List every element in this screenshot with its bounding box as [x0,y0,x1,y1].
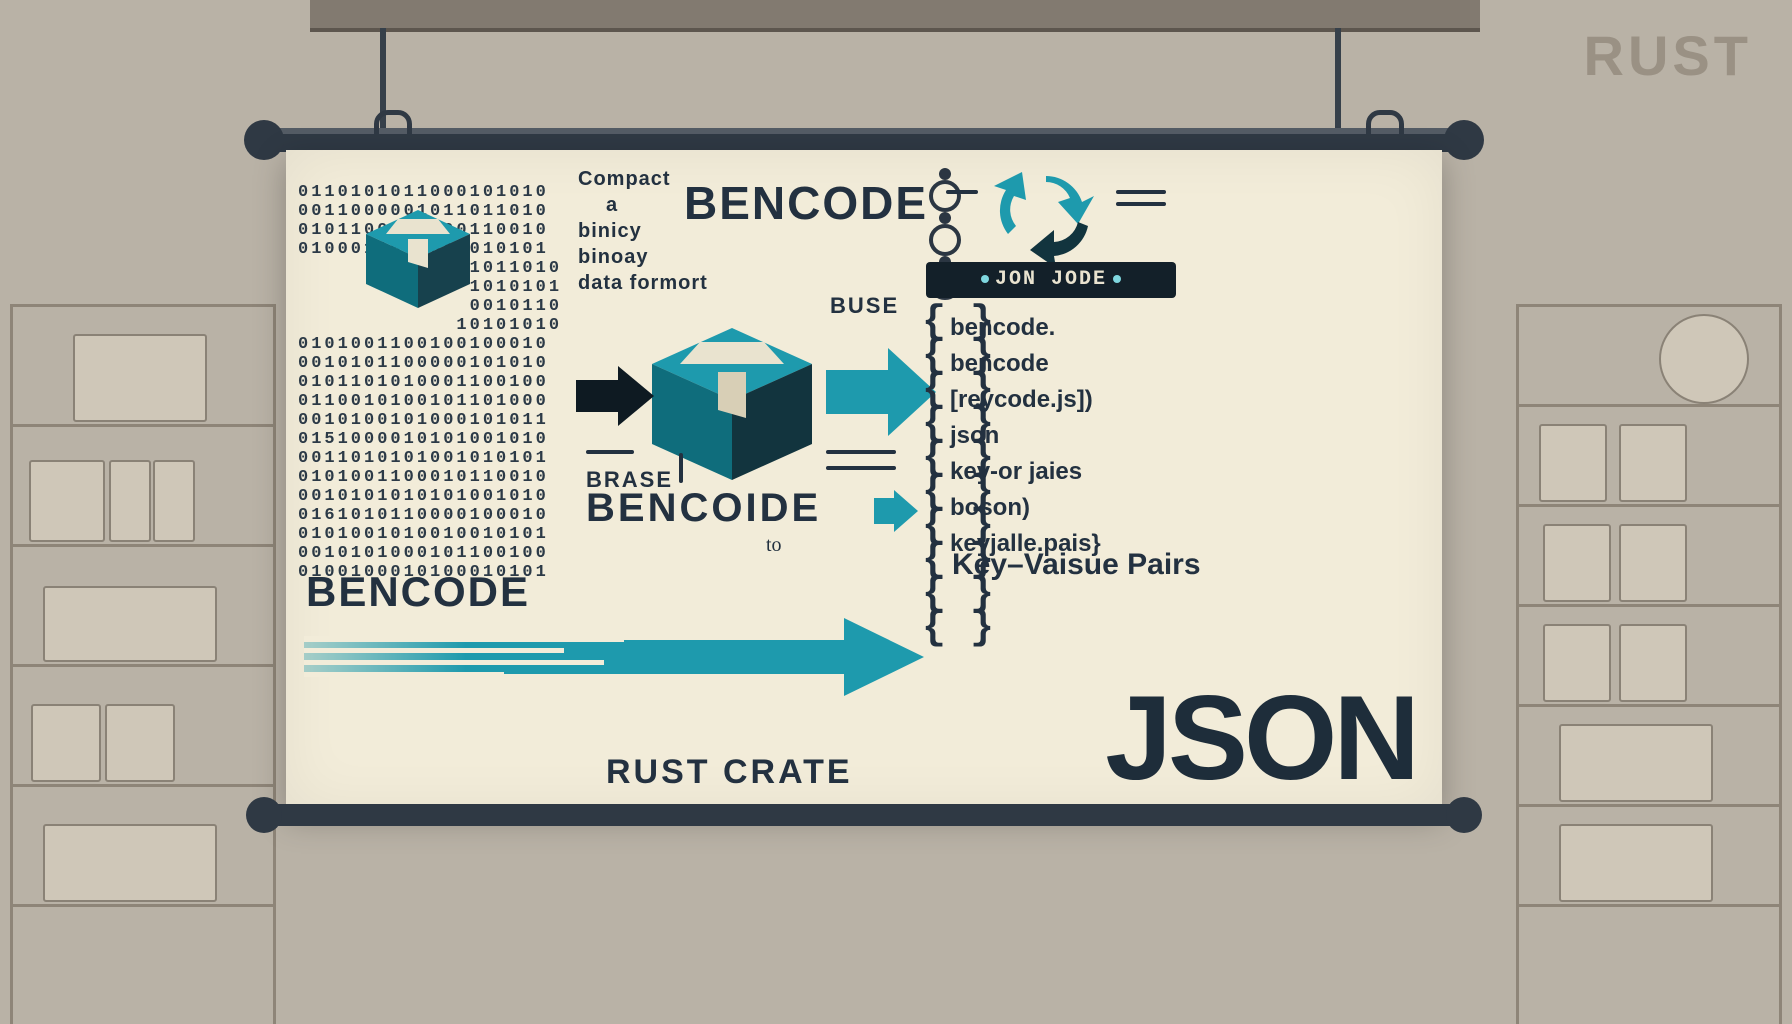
key-list-item: bencode [950,346,1101,382]
corner-brand-label: RUST [1584,28,1752,84]
txt: data formort [578,270,718,296]
key-list-item: [reycode.js]) [950,382,1101,418]
label-buse: BUSE [830,294,899,318]
package-box-large-icon [642,320,822,488]
label-rust-crate: RUST CRATE [606,753,853,792]
arrow-right-teal-icon [826,348,936,436]
bookshelf-right [1516,304,1782,1024]
key-list: bencode.bencode[reycode.js])jsonkey-or j… [950,310,1101,562]
heading-json: JSON [1105,678,1416,798]
convert-cycle-icon [986,168,1106,269]
package-box-small-icon [358,204,478,314]
arrowhead-right-teal-icon [874,490,918,532]
label-to: to [766,534,782,557]
long-arrow-teal-icon [304,618,924,690]
bookshelf-left [10,304,276,1024]
ceiling-beam [310,0,1480,32]
txt: binoay [578,244,718,270]
key-list-item: key-or jaies [950,454,1101,490]
plaque-text: JON JODE [995,268,1107,291]
key-list-item: bencode. [950,310,1101,346]
hanger-rod-top [264,128,1464,152]
poster-sheet: 0110101011000101010 0011000001011011010 … [286,150,1442,810]
label-bencode-bottom: BENCODE [306,568,530,616]
key-list-item: json [950,418,1101,454]
hanging-cable-right [1335,28,1341,132]
scene-root: RUST 0110101011000101010 001100000101101… [0,0,1792,1024]
json-plaque: JON JODE [926,262,1176,298]
hanger-rod-bottom [264,804,1464,826]
label-key-value-pairs: Key–Vaisue Pairs [952,548,1201,582]
arrow-right-dark-icon [576,366,654,426]
key-list-item: boson) [950,490,1101,526]
label-bencoide: BENCOIDE [586,486,821,531]
heading-bencode: BENCODE [684,176,928,230]
